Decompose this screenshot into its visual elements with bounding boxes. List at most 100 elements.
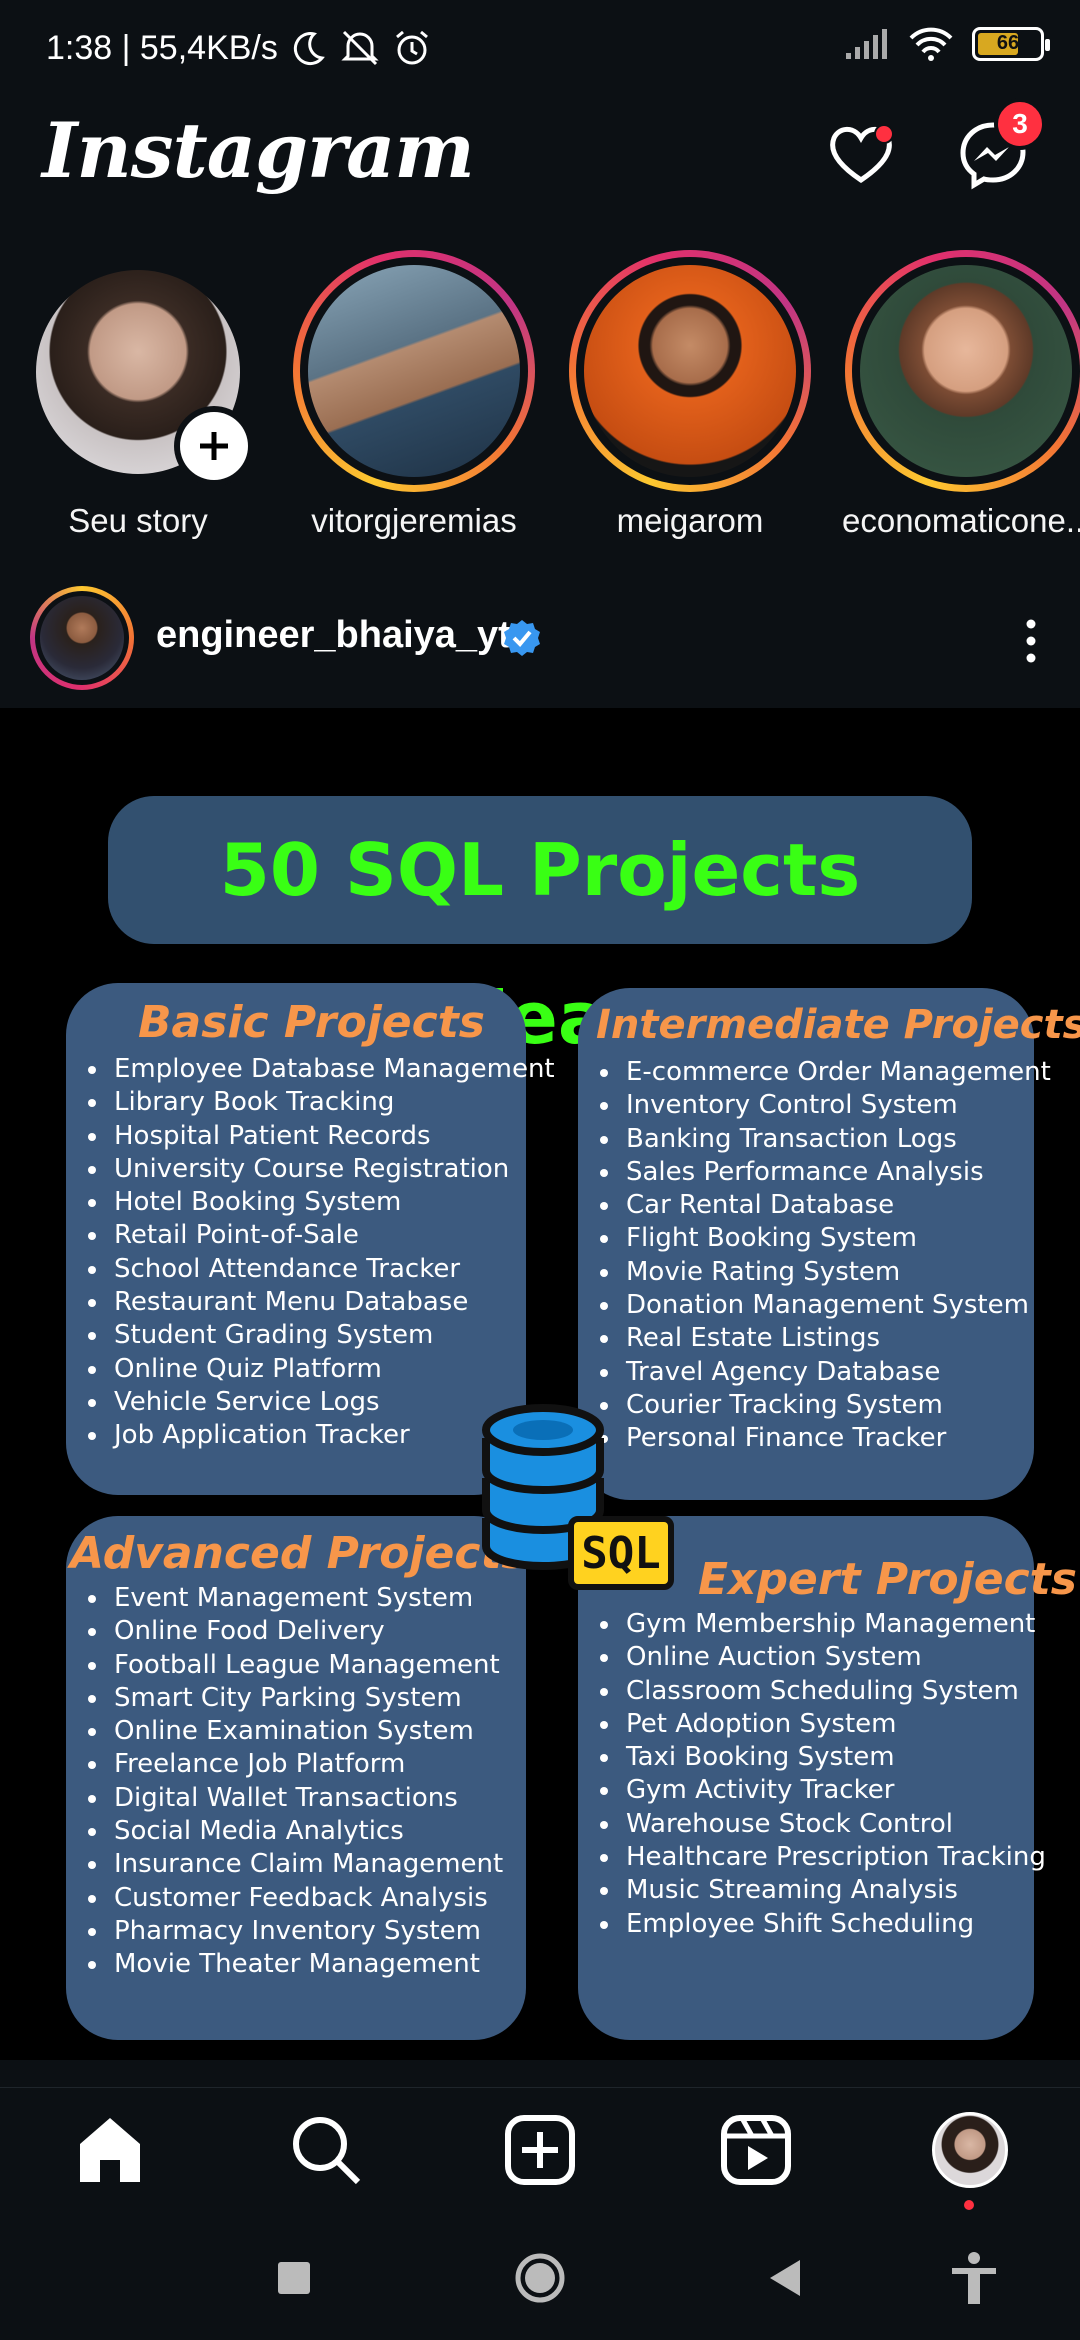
section-heading: Intermediate Projects <box>596 1002 1080 1048</box>
list-item: Taxi Booking System <box>600 1741 1046 1774</box>
back-button[interactable] <box>758 2250 814 2306</box>
circle-icon <box>515 2253 565 2303</box>
nav-search[interactable] <box>288 2112 364 2188</box>
section-heading: Basic Projects <box>138 997 485 1048</box>
list-item: Gym Activity Tracker <box>600 1774 1046 1807</box>
post-image[interactable]: 50 SQL Projects Ideas Basic Projects Emp… <box>0 708 1080 2060</box>
list-item: Hotel Booking System <box>88 1186 555 1219</box>
list-item: University Course Registration <box>88 1153 555 1186</box>
nav-profile[interactable] <box>932 2112 1008 2210</box>
square-icon <box>278 2262 310 2294</box>
nav-reels[interactable] <box>718 2112 794 2188</box>
post-username[interactable]: engineer_bhaiya_yt <box>156 614 511 657</box>
status-bar: 1:38 | 55,4KB/s 66 <box>0 0 1080 100</box>
mute-icon <box>341 30 379 66</box>
list-item: Library Book Tracking <box>88 1086 555 1119</box>
list-item: Employee Database Management <box>88 1053 555 1086</box>
instagram-feed-screen: 1:38 | 55,4KB/s 66 Instagram 3 Seu story… <box>0 0 1080 2340</box>
list-item: School Attendance Tracker <box>88 1253 555 1286</box>
story-avatar <box>584 265 796 477</box>
plus-icon <box>200 432 228 460</box>
triangle-back-icon <box>770 2260 800 2296</box>
list-item: Hospital Patient Records <box>88 1120 555 1153</box>
home-system-button[interactable] <box>512 2250 568 2306</box>
status-time: 1:38 | 55,4KB/s <box>46 28 278 67</box>
list-item: Inventory Control System <box>600 1089 1051 1122</box>
list-item: Restaurant Menu Database <box>88 1286 555 1319</box>
recents-button[interactable] <box>266 2250 322 2306</box>
accessibility-button[interactable] <box>946 2250 1002 2306</box>
sql-badge-text: SQL <box>581 1527 661 1579</box>
verified-badge-icon <box>504 620 540 656</box>
project-list: Gym Membership Management Online Auction… <box>600 1608 1046 1941</box>
signal-icon <box>846 29 887 59</box>
list-item: Football League Management <box>88 1649 503 1682</box>
story-label: economaticone... <box>842 502 1080 539</box>
list-item: Banking Transaction Logs <box>600 1123 1051 1156</box>
list-item: Flight Booking System <box>600 1222 1051 1255</box>
notifications-button[interactable] <box>824 118 898 192</box>
list-item: Warehouse Stock Control <box>600 1808 1046 1841</box>
list-item: Online Auction System <box>600 1641 1046 1674</box>
list-item: Customer Feedback Analysis <box>88 1882 503 1915</box>
list-item: Event Management System <box>88 1582 503 1615</box>
list-item: Online Food Delivery <box>88 1615 503 1648</box>
expert-projects-card: Expert Projects Gym Membership Managemen… <box>578 1516 1077 2040</box>
moon-icon <box>293 32 325 66</box>
list-item: Healthcare Prescription Tracking <box>600 1841 1046 1874</box>
list-item: Digital Wallet Transactions <box>88 1782 503 1815</box>
more-options-icon[interactable] <box>1016 616 1046 666</box>
story-label: vitorgjeremias <box>311 502 517 539</box>
battery-icon: 66 <box>972 27 1050 61</box>
list-item: Movie Theater Management <box>88 1948 503 1981</box>
post-author-avatar[interactable] <box>30 586 134 690</box>
project-list: E-commerce Order Management Inventory Co… <box>600 1056 1051 1456</box>
list-item: Online Quiz Platform <box>88 1353 555 1386</box>
nav-home[interactable] <box>72 2112 148 2188</box>
project-list: Employee Database Management Library Boo… <box>88 1053 555 1453</box>
intermediate-projects-card: Intermediate Projects E-commerce Order M… <box>578 988 1080 1500</box>
status-left: 1:38 | 55,4KB/s <box>46 28 432 68</box>
list-item: Retail Point-of-Sale <box>88 1219 555 1252</box>
accessibility-icon <box>952 2252 996 2304</box>
infographic-title-pill: 50 SQL Projects Ideas <box>108 796 972 1060</box>
status-right: 66 <box>844 26 1050 62</box>
list-item: Pet Adoption System <box>600 1708 1046 1741</box>
list-item: Courier Tracking System <box>600 1389 1051 1422</box>
list-item: Smart City Parking System <box>88 1682 503 1715</box>
project-list: Event Management System Online Food Deli… <box>88 1582 503 1982</box>
section-heading: Expert Projects <box>698 1554 1077 1605</box>
profile-notification-dot <box>964 2200 974 2210</box>
story-label: meigarom <box>616 502 764 539</box>
list-item: Car Rental Database <box>600 1189 1051 1222</box>
system-navigation-bar <box>0 2212 1080 2340</box>
list-item: Social Media Analytics <box>88 1815 503 1848</box>
story-ring <box>293 250 535 492</box>
list-item: Insurance Claim Management <box>88 1848 503 1881</box>
list-item: Classroom Scheduling System <box>600 1675 1046 1708</box>
list-item: Freelance Job Platform <box>88 1748 503 1781</box>
battery-level: 66 <box>996 32 1020 54</box>
post-header: engineer_bhaiya_yt <box>0 578 1080 708</box>
list-item: Student Grading System <box>88 1319 555 1352</box>
messages-badge: 3 <box>994 98 1046 150</box>
sql-badge: SQL <box>568 1516 674 1590</box>
list-item: E-commerce Order Management <box>600 1056 1051 1089</box>
story-ring <box>845 250 1080 492</box>
list-item: Personal Finance Tracker <box>600 1422 1051 1455</box>
list-item: Sales Performance Analysis <box>600 1156 1051 1189</box>
story-avatar <box>860 265 1072 477</box>
list-item: Gym Membership Management <box>600 1608 1046 1641</box>
instagram-logo[interactable]: Instagram <box>42 106 475 195</box>
nav-create[interactable] <box>502 2112 578 2188</box>
messenger-button[interactable]: 3 <box>956 98 1046 192</box>
list-item: Pharmacy Inventory System <box>88 1915 503 1948</box>
alarm-icon <box>395 30 428 65</box>
search-icon <box>293 2117 361 2185</box>
notification-dot <box>874 124 894 144</box>
list-item: Movie Rating System <box>600 1256 1051 1289</box>
home-icon <box>80 2118 140 2182</box>
add-story-button[interactable] <box>174 406 254 486</box>
basic-projects-card: Basic Projects Employee Database Managem… <box>66 983 555 1495</box>
reels-icon <box>721 2115 791 2185</box>
